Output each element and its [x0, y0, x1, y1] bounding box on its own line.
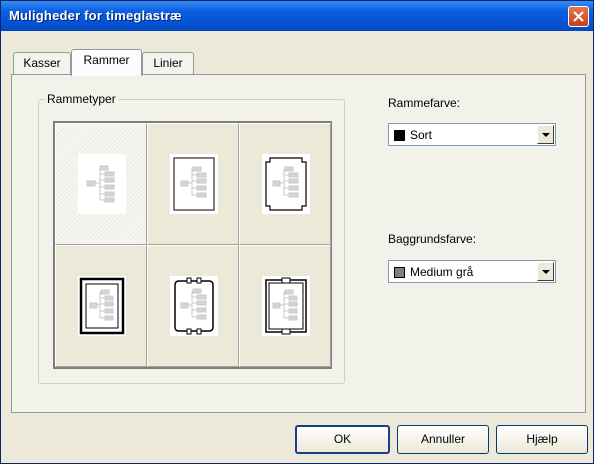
frame-thick-double-icon: [78, 276, 126, 336]
title-bar[interactable]: Muligheder for timeglastræ: [1, 1, 593, 31]
cancel-button[interactable]: Annuller: [397, 425, 489, 454]
frame-option-notched[interactable]: [239, 123, 331, 245]
frame-color-value: Sort: [410, 128, 433, 142]
frame-notched-corners-icon: [262, 154, 310, 214]
dialog-window: Muligheder for timeglastræ Kasser Rammer…: [0, 0, 594, 464]
background-color-value: Medium grå: [410, 265, 474, 279]
frame-color-label: Rammefarve:: [388, 96, 461, 110]
tab-linier[interactable]: Linier: [142, 52, 194, 74]
tab-panel-rammer: Rammetyper Rammefarve: Sort Baggrundsfar…: [11, 74, 586, 413]
tab-rammer[interactable]: Rammer: [71, 49, 142, 76]
ok-button[interactable]: OK: [295, 425, 390, 454]
frame-option-thick-double[interactable]: [55, 245, 147, 367]
window-title: Muligheder for timeglastræ: [9, 8, 182, 23]
frame-none-icon: [78, 154, 126, 214]
frame-ornate-icon: [170, 276, 218, 336]
tab-kasser[interactable]: Kasser: [13, 52, 71, 74]
frame-color-dropdown-button[interactable]: [537, 125, 554, 144]
frame-option-ornate[interactable]: [147, 245, 239, 367]
frame-option-none[interactable]: [55, 123, 147, 245]
close-button[interactable]: [568, 6, 589, 27]
chevron-down-icon: [542, 270, 550, 274]
frame-type-grid: [53, 121, 332, 369]
frame-color-select[interactable]: Sort: [388, 123, 556, 146]
frame-color-swatch: [394, 130, 405, 141]
close-icon: [573, 11, 584, 22]
help-button[interactable]: Hjælp: [496, 425, 588, 454]
frame-types-label: Rammetyper: [45, 92, 118, 106]
frame-single-line-icon: [170, 154, 218, 214]
frame-option-single-line[interactable]: [147, 123, 239, 245]
background-color-swatch: [394, 267, 405, 278]
chevron-down-icon: [542, 133, 550, 137]
frame-option-double-ornate[interactable]: [239, 245, 331, 367]
background-color-dropdown-button[interactable]: [537, 262, 554, 281]
background-color-select[interactable]: Medium grå: [388, 260, 556, 283]
background-color-label: Baggrundsfarve:: [388, 232, 477, 246]
frame-double-ornate-icon: [262, 276, 310, 336]
